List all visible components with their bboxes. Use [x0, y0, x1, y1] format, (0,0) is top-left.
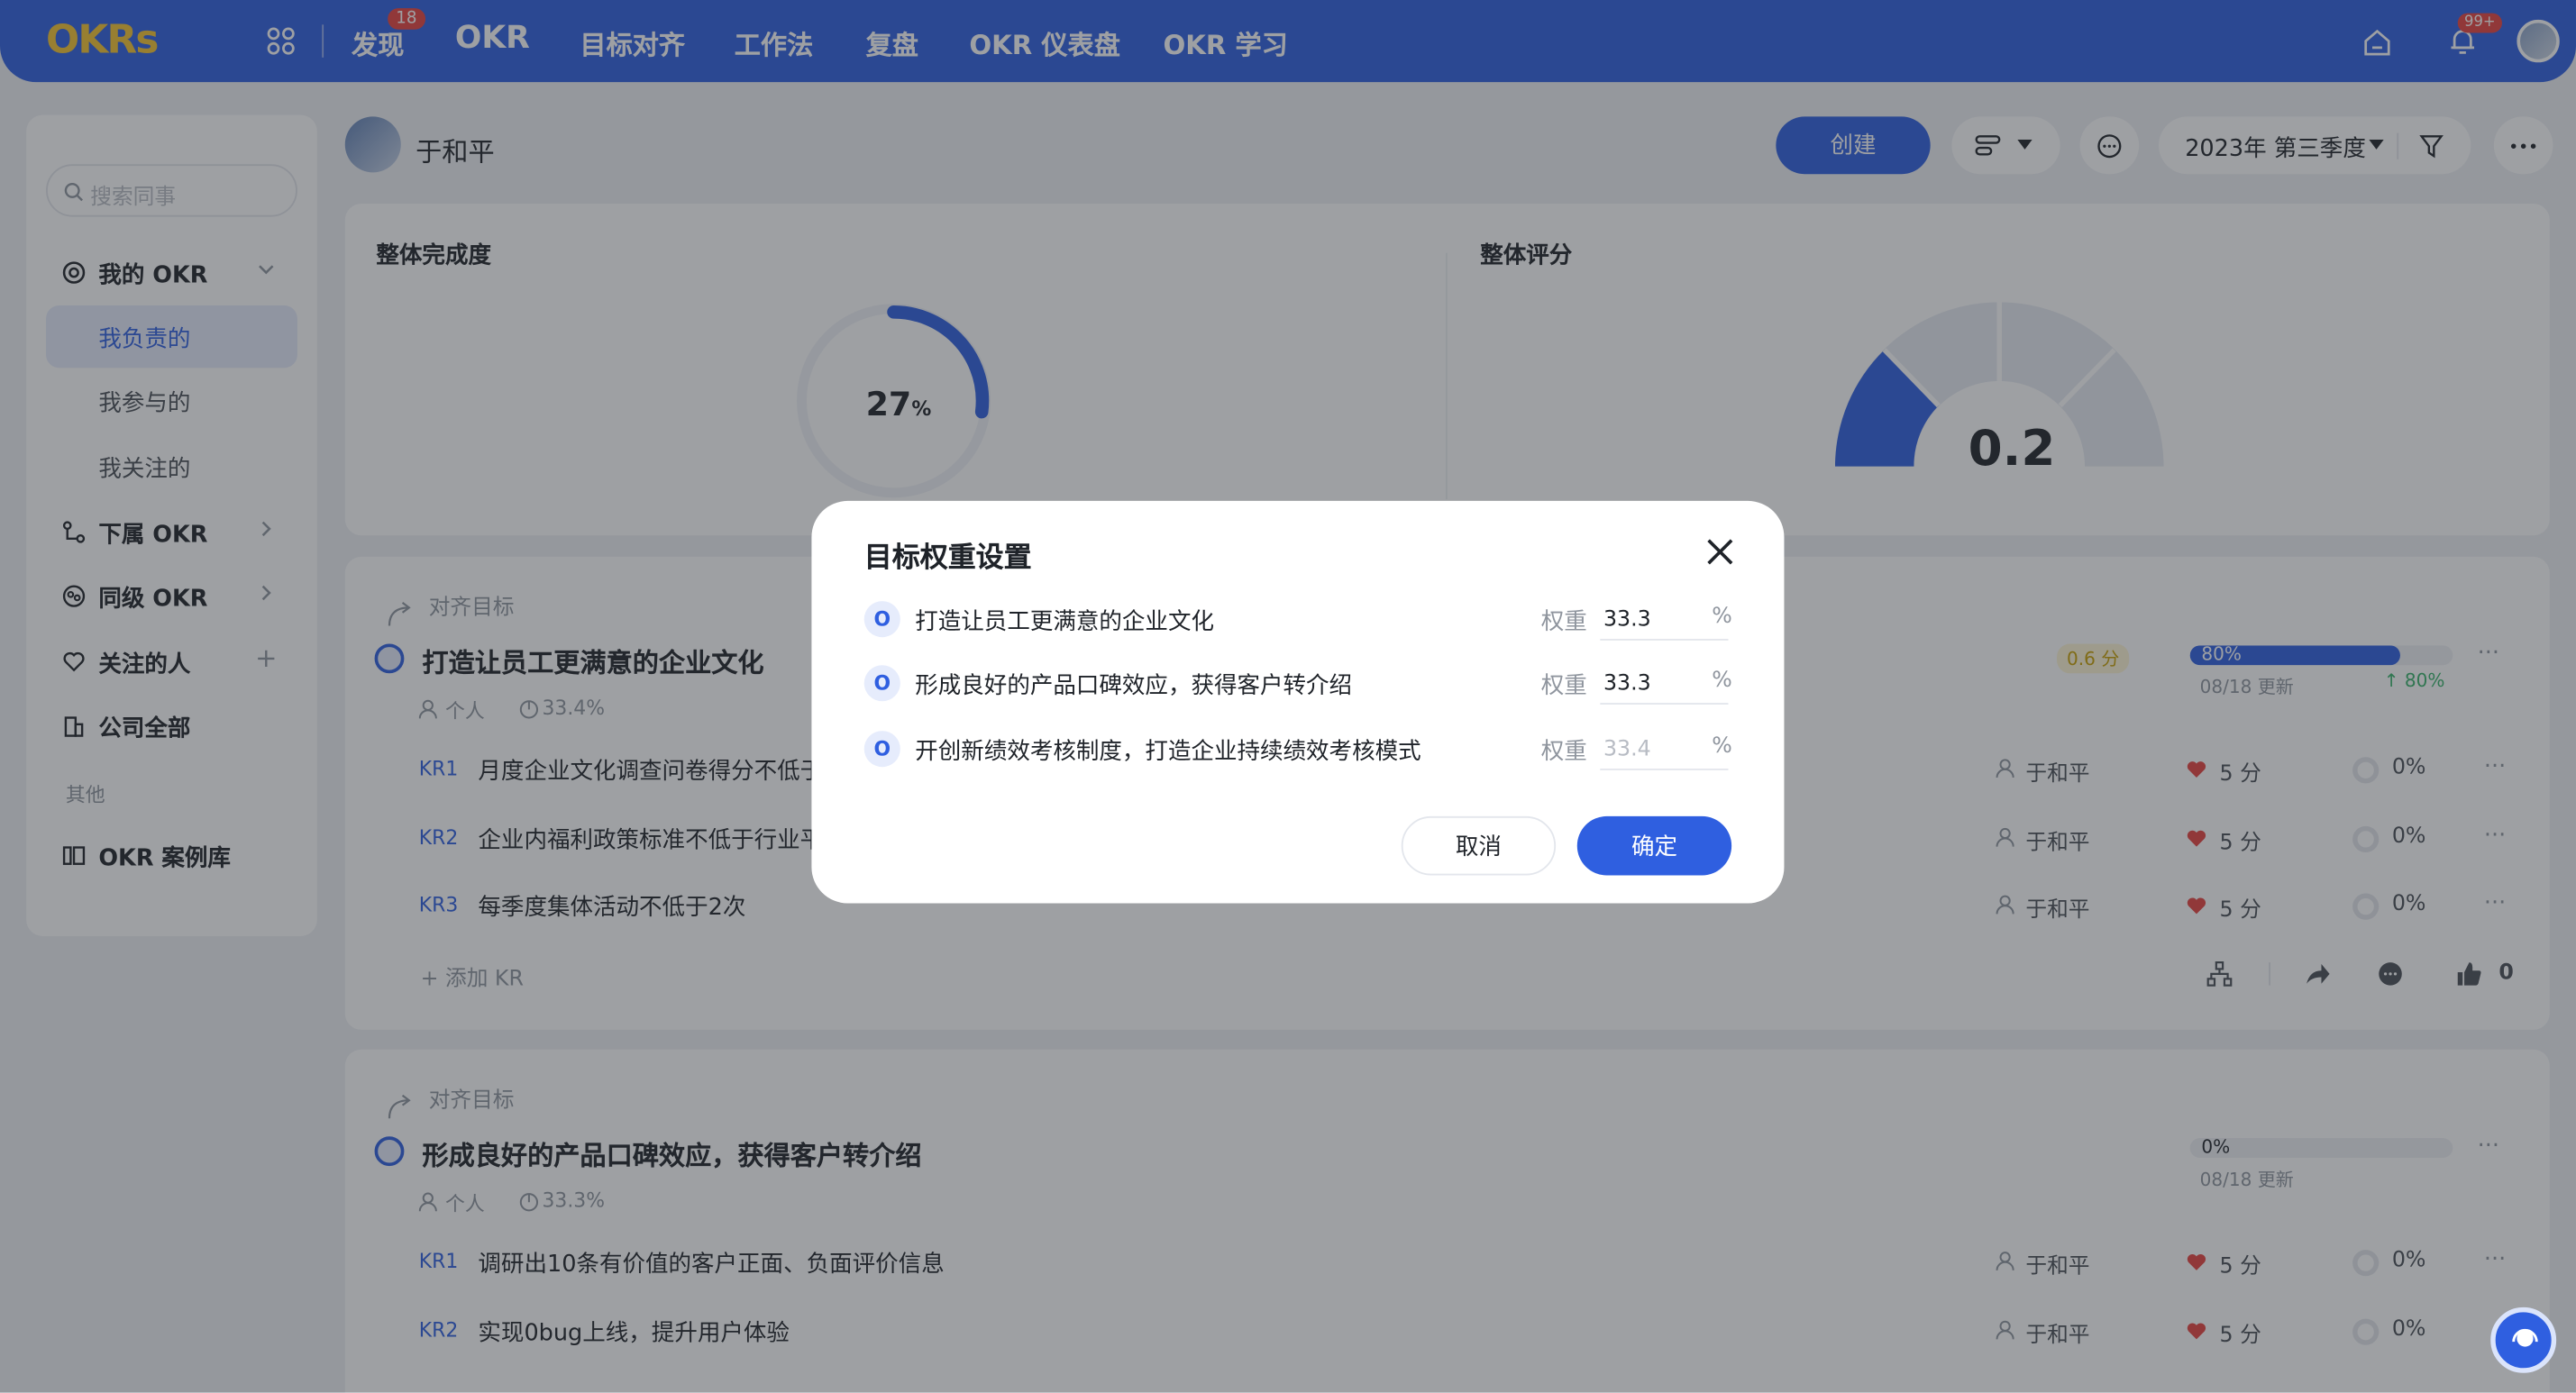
weight-row-objective: 打造让员工更满意的企业文化 [915, 609, 1214, 636]
confirm-button[interactable]: 确定 [1576, 815, 1732, 876]
weight-row-objective: 形成良好的产品口碑效应，获得客户转介绍 [915, 673, 1353, 700]
close-icon[interactable] [1705, 537, 1735, 567]
support-float-button[interactable] [2490, 1307, 2557, 1373]
weight-row-objective: 开创新绩效考核制度，打造企业持续绩效考核模式 [915, 739, 1421, 766]
weight-unit: % [1712, 668, 1732, 694]
weight-row: O 形成良好的产品口碑效应，获得客户转介绍 权重 % [863, 659, 1735, 708]
weight-row: O 开创新绩效考核制度，打造企业持续绩效考核模式 权重 % [863, 724, 1735, 774]
weight-input[interactable] [1600, 665, 1729, 705]
weight-unit: % [1712, 604, 1732, 630]
weight-input[interactable] [1600, 731, 1729, 770]
weight-input[interactable] [1600, 601, 1729, 641]
objective-o-badge: O [863, 665, 900, 702]
weight-label: 权重 [1540, 673, 1587, 700]
weight-label: 权重 [1540, 609, 1587, 636]
weight-label: 权重 [1540, 739, 1587, 766]
dialog-title: 目标权重设置 [863, 542, 1032, 575]
cancel-button[interactable]: 取消 [1401, 815, 1557, 876]
objective-o-badge: O [863, 601, 900, 638]
objective-o-badge: O [863, 731, 900, 768]
customer-service-icon [2512, 1328, 2538, 1347]
weight-settings-dialog: 目标权重设置 O 打造让员工更满意的企业文化 权重 % O 形成良好的产品口碑效… [811, 500, 1785, 904]
weight-row: O 打造让员工更满意的企业文化 权重 % [863, 595, 1735, 644]
weight-unit: % [1712, 733, 1732, 760]
